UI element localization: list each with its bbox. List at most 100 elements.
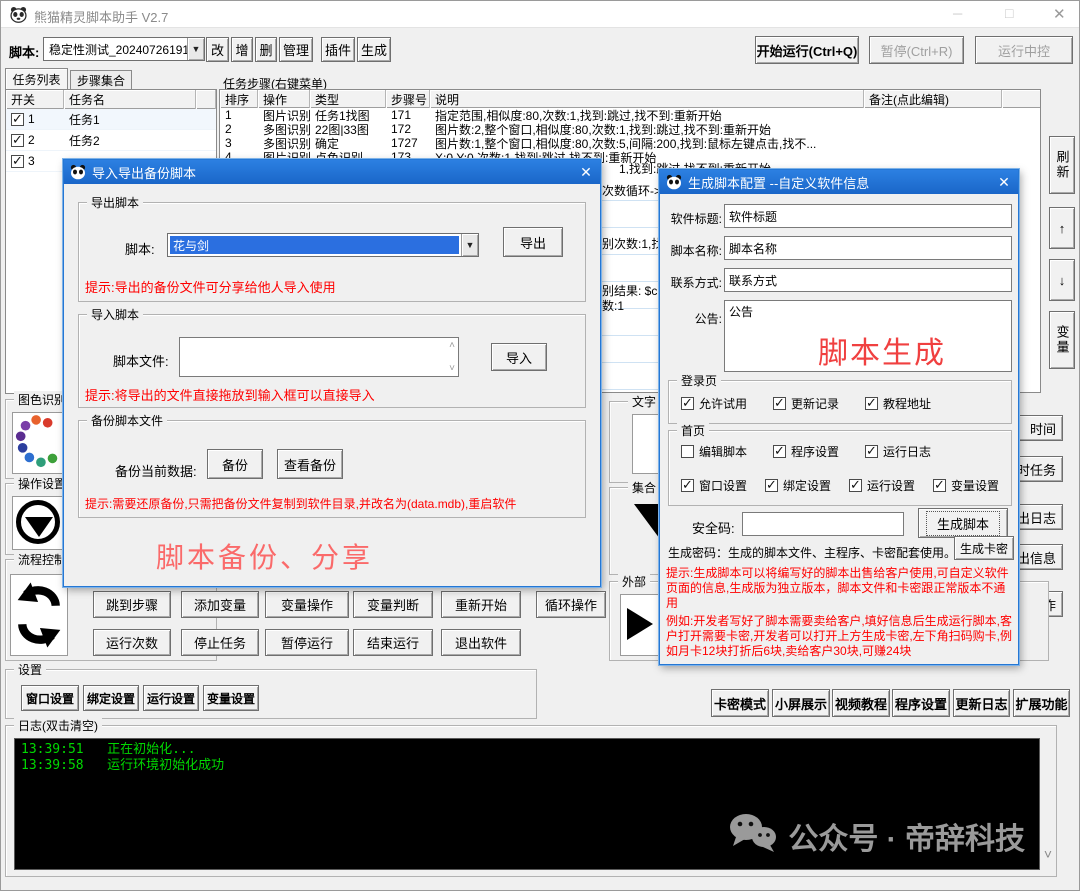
exit-button[interactable]: 退出软件 [441,629,521,656]
task-col-switch[interactable]: 开关 [6,90,64,109]
import-file-label: 脚本文件: [113,351,169,370]
generate-button[interactable]: 生成 [357,37,391,62]
modify-button[interactable]: 改 [206,37,229,62]
run-times-button[interactable]: 运行次数 [93,629,171,656]
step-row[interactable]: 1图片识别任务1找图171指定范围,相似度:80,次数:1,找到:跳过,找不到:… [220,108,1040,122]
step-row[interactable]: 3多图识别确定1727图片数:1,整个窗口,相似度:80,次数:5,间隔:200… [220,136,1040,150]
view-backup-button[interactable]: 查看备份 [277,449,343,479]
steps-col-action[interactable]: 操作 [258,90,310,108]
window-settings-button[interactable]: 窗口设置 [21,685,79,711]
variable-settings-button[interactable]: 变量设置 [203,685,259,711]
tab-step-set[interactable]: 步骤集合 [70,70,132,89]
step-row[interactable]: 2多图识别22图|33图172图片数:2,整个窗口,相似度:80,次数:1,找到… [220,122,1040,136]
variable-button[interactable]: 变量 [1049,311,1075,369]
start-run-button[interactable]: 开始运行(Ctrl+Q) [755,36,859,64]
update-record-checkbox[interactable] [773,397,786,410]
restart-button[interactable]: 重新开始 [441,591,521,618]
generate-script-button[interactable]: 生成脚本 [918,508,1008,538]
close-icon[interactable]: ✕ [990,170,1018,194]
script-name-field[interactable] [724,236,1012,260]
bind-settings-checkbox[interactable] [765,479,778,492]
generate-card-button[interactable]: 生成卡密 [954,536,1014,560]
card-mode-button[interactable]: 卡密模式 [711,689,769,717]
contact-field[interactable] [724,268,1012,292]
run-log-checkbox[interactable] [865,445,878,458]
close-icon[interactable]: ✕ [572,160,600,184]
backup-dialog-title: 导入导出备份脚本 [92,163,196,182]
steps-col-note[interactable]: 备注(点此编辑) [864,90,1002,108]
extend-button[interactable]: 扩展功能 [1013,689,1070,717]
maximize-button[interactable]: □ [1005,5,1013,21]
task-row[interactable]: 2 任务2 [6,130,216,151]
log-box[interactable]: 13:39:51 正在初始化... 13:39:58 运行环境初始化成功 公众号… [14,738,1040,870]
app-window: 熊猫精灵脚本助手 V2.7 ─ □ ✕ 脚本: 稳定性测试_2024072619… [0,0,1080,891]
spinner-up-icon[interactable]: ˄ [449,340,455,351]
log-scroll-down-icon[interactable]: ˅ [1044,846,1052,862]
end-run-button[interactable]: 结束运行 [353,629,433,656]
import-file-input[interactable]: ˄ ˅ [179,337,459,377]
bind-settings-button[interactable]: 绑定设置 [83,685,139,711]
move-down-button[interactable]: ↓ [1049,259,1075,301]
tutorial-url-checkbox[interactable] [865,397,878,410]
minimize-button[interactable]: ─ [953,6,962,21]
steps-col-desc[interactable]: 说明 [430,90,864,108]
changelog-button[interactable]: 更新日志 [953,689,1010,717]
backup-button[interactable]: 备份 [207,449,263,479]
close-button[interactable]: ✕ [1053,5,1066,23]
steps-col-type[interactable]: 类型 [310,90,386,108]
add-variable-button[interactable]: 添加变量 [181,591,259,618]
delete-button[interactable]: 删 [255,37,277,62]
flow-control-icon[interactable] [10,574,68,656]
refresh-button[interactable]: 刷新 [1049,136,1075,194]
stop-task-button[interactable]: 停止任务 [181,629,259,656]
pause-button[interactable]: 暂停(Ctrl+R) [869,36,964,64]
security-code-field[interactable] [742,512,904,536]
allow-trial-checkbox[interactable] [681,397,694,410]
run-settings-checkbox[interactable] [849,479,862,492]
task-col-name[interactable]: 任务名 [64,90,196,109]
log-entry: 13:39:58 运行环境初始化成功 [21,758,1033,774]
export-script-combo[interactable]: 花与剑 ▼ [167,233,479,257]
export-button[interactable]: 导出 [503,227,563,257]
program-settings-button[interactable]: 程序设置 [892,689,950,717]
script-dropdown-value: 稳定性测试_2024072619191 [44,38,187,60]
chevron-down-icon[interactable]: ▼ [187,38,204,60]
script-dropdown[interactable]: 稳定性测试_2024072619191 ▼ [43,37,205,61]
spinner-down-icon[interactable]: ˅ [449,363,455,374]
manage-button[interactable]: 管理 [279,37,313,62]
window-settings-checkbox[interactable] [681,479,694,492]
import-button[interactable]: 导入 [491,343,547,371]
action-settings-label: 操作设置 [14,475,70,492]
steps-col-order[interactable]: 排序 [220,90,258,108]
chevron-down-icon[interactable]: ▼ [461,234,478,256]
steps-col-stepno[interactable]: 步骤号 [386,90,430,108]
jump-step-button[interactable]: 跳到步骤 [93,591,171,618]
move-up-button[interactable]: ↑ [1049,207,1075,249]
pause-run-button[interactable]: 暂停运行 [265,629,349,656]
home-page-label: 首页 [677,422,709,439]
variable-judge-button[interactable]: 变量判断 [353,591,433,618]
run-settings-button[interactable]: 运行设置 [143,685,199,711]
loop-op-button[interactable]: 循环操作 [536,591,606,618]
color-recognition-icon[interactable] [12,412,66,474]
security-code-label: 安全码: [692,518,735,537]
action-settings-icon[interactable] [12,496,66,550]
log-label[interactable]: 日志(双击清空) [14,717,102,734]
small-screen-button[interactable]: 小屏展示 [772,689,830,717]
task-row[interactable]: 1 任务1 [6,109,216,130]
task-checkbox[interactable] [11,134,24,147]
tab-task-list[interactable]: 任务列表 [5,68,68,89]
run-monitor-button[interactable]: 运行中控 [975,36,1073,64]
generate-hint-2: 例如:开发者写好了脚本需要卖给客户,填好信息后生成运行脚本,客户打开需要卡密,开… [666,614,1016,659]
task-checkbox[interactable] [11,113,24,126]
dialog-panda-icon [666,174,682,190]
variable-op-button[interactable]: 变量操作 [265,591,349,618]
variable-settings-checkbox[interactable] [933,479,946,492]
task-checkbox[interactable] [11,155,24,168]
plugin-button[interactable]: 插件 [321,37,355,62]
video-tutorial-button[interactable]: 视频教程 [832,689,890,717]
software-title-field[interactable] [724,204,1012,228]
edit-script-checkbox[interactable] [681,445,694,458]
program-settings-checkbox[interactable] [773,445,786,458]
add-button[interactable]: 增 [231,37,253,62]
